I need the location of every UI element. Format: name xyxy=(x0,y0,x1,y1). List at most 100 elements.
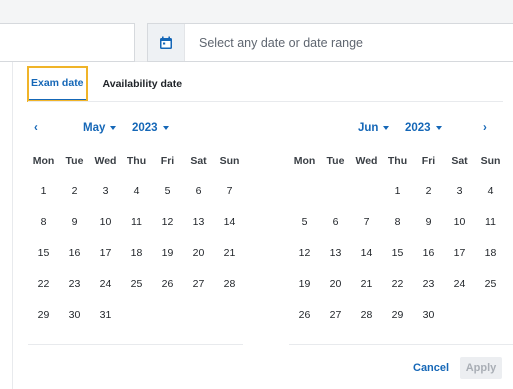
day-cell[interactable]: 11 xyxy=(475,216,506,228)
day-cell[interactable]: 9 xyxy=(59,216,90,228)
day-cell[interactable]: 30 xyxy=(413,309,444,321)
year-label-left: 2023 xyxy=(132,122,158,134)
year-select-left[interactable]: 2023 xyxy=(132,122,169,134)
day-cell[interactable]: 9 xyxy=(413,216,444,228)
panel-left-border xyxy=(12,62,13,389)
day-cell[interactable]: 6 xyxy=(320,216,351,228)
day-cell[interactable]: 15 xyxy=(28,247,59,259)
day-cell[interactable]: 12 xyxy=(152,216,183,228)
month-select-right[interactable]: Jun xyxy=(358,122,390,134)
day-cell[interactable]: 7 xyxy=(214,185,245,197)
day-cell[interactable]: 7 xyxy=(351,216,382,228)
chevron-down-icon xyxy=(162,125,169,130)
weekday-header: Tue xyxy=(326,155,345,167)
day-cell[interactable]: 3 xyxy=(90,185,121,197)
tabs-divider xyxy=(28,101,503,102)
day-cell[interactable]: 3 xyxy=(444,185,475,197)
year-label-right: 2023 xyxy=(405,122,431,134)
day-cell[interactable]: 12 xyxy=(289,247,320,259)
weekday-header: Fri xyxy=(421,155,436,167)
cancel-button[interactable]: Cancel xyxy=(413,357,449,379)
weekday-header: Wed xyxy=(94,155,117,167)
date-type-tabs: Exam date Availability date xyxy=(27,66,183,102)
day-cell[interactable]: 5 xyxy=(289,216,320,228)
day-cell[interactable]: 20 xyxy=(320,278,351,290)
prev-month-button[interactable]: ‹ xyxy=(34,122,38,134)
year-select-right[interactable]: 2023 xyxy=(405,122,442,134)
day-cell[interactable]: 8 xyxy=(382,216,413,228)
calendar-left-divider xyxy=(28,344,243,345)
day-cell[interactable]: 21 xyxy=(214,247,245,259)
weekday-header: Sat xyxy=(190,155,207,167)
day-cell[interactable]: 28 xyxy=(351,309,382,321)
weekday-header: Fri xyxy=(160,155,175,167)
day-cell[interactable]: 29 xyxy=(28,309,59,321)
day-cell[interactable]: 23 xyxy=(59,278,90,290)
day-cell[interactable]: 26 xyxy=(289,309,320,321)
weekday-header: Sun xyxy=(480,155,501,167)
day-cell[interactable]: 16 xyxy=(413,247,444,259)
day-cell[interactable]: 22 xyxy=(28,278,59,290)
day-cell[interactable]: 17 xyxy=(90,247,121,259)
day-cell[interactable]: 10 xyxy=(444,216,475,228)
day-cell[interactable]: 28 xyxy=(214,278,245,290)
day-cell[interactable]: 26 xyxy=(152,278,183,290)
day-cell[interactable]: 27 xyxy=(320,309,351,321)
day-cell[interactable]: 13 xyxy=(183,216,214,228)
day-cell[interactable]: 2 xyxy=(413,185,444,197)
left-input-field[interactable] xyxy=(0,23,135,62)
day-cell[interactable]: 11 xyxy=(121,216,152,228)
chevron-down-icon xyxy=(110,125,117,130)
day-cell[interactable]: 27 xyxy=(183,278,214,290)
day-cell[interactable]: 25 xyxy=(121,278,152,290)
day-cell[interactable]: 23 xyxy=(413,278,444,290)
top-bar: Select any date or date range xyxy=(0,0,513,62)
day-cell[interactable]: 20 xyxy=(183,247,214,259)
tab-availability-date[interactable]: Availability date xyxy=(103,67,183,101)
day-cell[interactable]: 19 xyxy=(289,278,320,290)
day-cell[interactable]: 31 xyxy=(90,309,121,321)
day-cell[interactable]: 22 xyxy=(382,278,413,290)
day-cell[interactable]: 15 xyxy=(382,247,413,259)
weekday-header: Wed xyxy=(355,155,378,167)
weekday-header: Sun xyxy=(219,155,240,167)
day-cell[interactable]: 5 xyxy=(152,185,183,197)
tab-exam-date[interactable]: Exam date xyxy=(27,66,88,102)
day-cell[interactable]: 19 xyxy=(152,247,183,259)
day-cell[interactable]: 4 xyxy=(121,185,152,197)
weekday-header: Sat xyxy=(451,155,468,167)
day-cell[interactable]: 8 xyxy=(28,216,59,228)
date-input-placeholder: Select any date or date range xyxy=(199,35,364,50)
chevron-down-icon xyxy=(435,125,442,130)
day-cell[interactable]: 18 xyxy=(121,247,152,259)
day-cell[interactable]: 29 xyxy=(382,309,413,321)
month-select-left[interactable]: May xyxy=(83,122,117,134)
day-cell[interactable]: 13 xyxy=(320,247,351,259)
month-label-right: Jun xyxy=(358,122,379,134)
day-cell[interactable]: 1 xyxy=(382,185,413,197)
chevron-down-icon xyxy=(383,125,390,130)
calendar-icon[interactable] xyxy=(148,24,185,61)
day-cell[interactable]: 18 xyxy=(475,247,506,259)
day-cell[interactable]: 4 xyxy=(475,185,506,197)
day-cell[interactable]: 16 xyxy=(59,247,90,259)
weekday-header: Tue xyxy=(65,155,84,167)
date-range-input[interactable]: Select any date or date range xyxy=(147,23,513,62)
weekday-header: Thu xyxy=(387,155,408,167)
next-month-button[interactable]: › xyxy=(483,122,487,134)
day-cell[interactable]: 1 xyxy=(28,185,59,197)
day-cell[interactable]: 14 xyxy=(214,216,245,228)
day-cell[interactable]: 21 xyxy=(351,278,382,290)
apply-button[interactable]: Apply xyxy=(460,357,502,379)
day-cell[interactable]: 24 xyxy=(90,278,121,290)
calendar-right-divider xyxy=(289,344,513,345)
day-cell[interactable]: 6 xyxy=(183,185,214,197)
day-cell[interactable]: 25 xyxy=(475,278,506,290)
day-cell[interactable]: 24 xyxy=(444,278,475,290)
day-cell[interactable]: 17 xyxy=(444,247,475,259)
day-cell[interactable]: 2 xyxy=(59,185,90,197)
weekday-header: Mon xyxy=(293,155,316,167)
day-cell[interactable]: 10 xyxy=(90,216,121,228)
day-cell[interactable]: 30 xyxy=(59,309,90,321)
day-cell[interactable]: 14 xyxy=(351,247,382,259)
